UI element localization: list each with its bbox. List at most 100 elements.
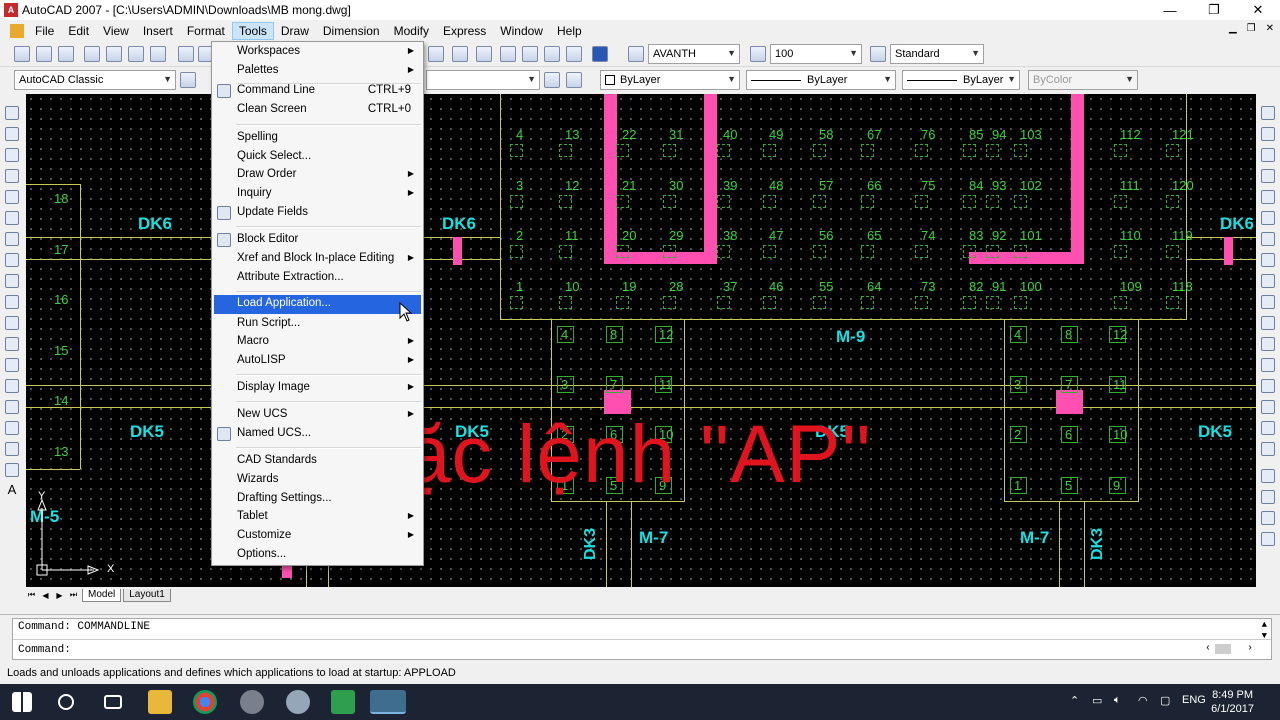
command-window[interactable]: Command: COMMANDLINE Command: ▲ ▼ ‹ ›: [12, 618, 1272, 660]
publish-icon[interactable]: [128, 46, 144, 62]
revision-cloud-icon[interactable]: [5, 253, 19, 267]
menu-item-command-line[interactable]: Command Line CTRL+9: [214, 82, 421, 101]
menu-help[interactable]: Help: [550, 22, 589, 40]
plot-icon[interactable]: [84, 46, 100, 62]
scale-icon[interactable]: [1261, 253, 1275, 267]
menu-item-macro[interactable]: Macro ▶: [214, 333, 421, 352]
menu-item-autolisp[interactable]: AutoLISP ▶: [214, 352, 421, 371]
layer-previous-icon[interactable]: [566, 72, 582, 88]
plot-preview-icon[interactable]: [106, 46, 122, 62]
menu-item-tablet[interactable]: Tablet ▶: [214, 508, 421, 527]
menu-item-update-fields[interactable]: Update Fields: [214, 204, 421, 223]
autocad-taskbar-icon[interactable]: [370, 690, 406, 714]
volume-icon[interactable]: 🔈︎: [1114, 694, 1121, 707]
menu-item-attribute-extraction[interactable]: Attribute Extraction...: [214, 269, 421, 288]
markup-icon[interactable]: [544, 46, 560, 62]
color-select[interactable]: ByLayer ▼: [600, 70, 740, 90]
menu-item-clean-screen[interactable]: Clean Screen CTRL+0: [214, 101, 421, 120]
menu-format[interactable]: Format: [180, 22, 232, 40]
menu-item-drafting-settings[interactable]: Drafting Settings...: [214, 490, 421, 509]
make-layer-current-icon[interactable]: [544, 72, 560, 88]
line-icon[interactable]: [5, 106, 19, 120]
menu-item-cad-standards[interactable]: CAD Standards: [214, 452, 421, 471]
menu-item-block-editor[interactable]: Block Editor: [214, 231, 421, 250]
trim-icon[interactable]: [1261, 295, 1275, 309]
break-at-point-icon[interactable]: [1261, 337, 1275, 351]
doc-minimize-button[interactable]: ▁: [1229, 23, 1237, 34]
polyline-icon[interactable]: [5, 148, 19, 162]
rectangle-icon[interactable]: [5, 190, 19, 204]
file-explorer-icon[interactable]: [148, 690, 172, 714]
stretch-icon[interactable]: [1261, 274, 1275, 288]
mirror-icon[interactable]: [1261, 148, 1275, 162]
wifi-icon[interactable]: ◠: [1138, 694, 1148, 707]
table-style-select[interactable]: Standard ▼: [890, 44, 984, 64]
copy-object-icon[interactable]: [1261, 127, 1275, 141]
hatch-icon[interactable]: [5, 400, 19, 414]
open-icon[interactable]: [36, 46, 52, 62]
rotate-icon[interactable]: [1261, 232, 1275, 246]
dimension-style-select[interactable]: 100 ▼: [770, 44, 862, 64]
region-icon[interactable]: [5, 442, 19, 456]
menu-express[interactable]: Express: [436, 22, 493, 40]
help-icon[interactable]: [592, 46, 608, 62]
layer-select[interactable]: ▼: [426, 70, 540, 90]
menu-file[interactable]: File: [28, 22, 61, 40]
design-center-icon[interactable]: [476, 46, 492, 62]
h-scrollbar-thumb[interactable]: [1215, 644, 1231, 654]
calculator-icon[interactable]: [566, 46, 582, 62]
ellipse-icon[interactable]: [5, 295, 19, 309]
text-style-icon[interactable]: [628, 46, 644, 62]
zoom-icon[interactable]: [428, 46, 444, 62]
table-icon[interactable]: [5, 463, 19, 477]
menu-item-run-script[interactable]: Run Script...: [214, 315, 421, 334]
menu-dimension[interactable]: Dimension: [316, 22, 387, 40]
menu-item-quick-select[interactable]: Quick Select...: [214, 148, 421, 167]
menu-item-draw-order[interactable]: Draw Order ▶: [214, 166, 421, 185]
notification-icon[interactable]: ▢: [1160, 694, 1170, 707]
windows-start-icon[interactable]: [12, 692, 32, 712]
multiline-text-icon[interactable]: A: [5, 483, 19, 498]
close-button[interactable]: ✕: [1236, 0, 1280, 20]
menu-item-new-ucs[interactable]: New UCS ▶: [214, 406, 421, 425]
menu-draw[interactable]: Draw: [274, 22, 316, 40]
cut-icon[interactable]: [178, 46, 194, 62]
scroll-left-icon[interactable]: ‹: [1205, 643, 1211, 654]
menu-modify[interactable]: Modify: [387, 22, 436, 40]
properties-icon[interactable]: [452, 46, 468, 62]
draworder-icon[interactable]: [1261, 469, 1275, 483]
menu-item-options[interactable]: Options...: [214, 546, 421, 565]
bring-front-icon[interactable]: [1261, 490, 1275, 504]
fillet-icon[interactable]: [1261, 421, 1275, 435]
app-icon[interactable]: [286, 690, 310, 714]
menu-item-wizards[interactable]: Wizards: [214, 471, 421, 490]
text-style-select[interactable]: AVANTH ▼: [648, 44, 740, 64]
app-icon[interactable]: [240, 690, 264, 714]
menu-item-display-image[interactable]: Display Image ▶: [214, 379, 421, 398]
chamfer-icon[interactable]: [1261, 400, 1275, 414]
tab-layout1[interactable]: Layout1: [123, 588, 171, 602]
battery-icon[interactable]: ▭: [1092, 694, 1102, 707]
menu-item-load-application[interactable]: Load Application...: [214, 295, 421, 314]
workspace-settings-icon[interactable]: [180, 72, 196, 88]
tool-palettes-icon[interactable]: [500, 46, 516, 62]
doc-restore-button[interactable]: ❐: [1247, 23, 1256, 34]
ellipse-arc-icon[interactable]: [5, 316, 19, 330]
language-indicator[interactable]: ENG: [1182, 694, 1206, 706]
restore-button[interactable]: ❐: [1192, 0, 1236, 20]
menu-edit[interactable]: Edit: [61, 22, 96, 40]
linetype-select[interactable]: ByLayer ▼: [746, 70, 896, 90]
clock[interactable]: 8:49 PM 6/1/2017: [1211, 688, 1254, 716]
menu-item-palettes[interactable]: Palettes ▶: [214, 62, 421, 81]
menu-item-spelling[interactable]: Spelling: [214, 129, 421, 148]
offset-icon[interactable]: [1261, 169, 1275, 183]
table-style-icon[interactable]: [870, 46, 886, 62]
chrome-icon[interactable]: [193, 690, 217, 714]
construction-line-icon[interactable]: [5, 127, 19, 141]
scroll-right-icon[interactable]: ›: [1247, 643, 1253, 654]
lineweight-select[interactable]: ByLayer ▼: [902, 70, 1020, 90]
send-back-icon[interactable]: [1261, 511, 1275, 525]
arc-icon[interactable]: [5, 211, 19, 225]
menu-item-workspaces[interactable]: Workspaces ▶: [214, 43, 421, 62]
menu-view[interactable]: View: [96, 22, 136, 40]
